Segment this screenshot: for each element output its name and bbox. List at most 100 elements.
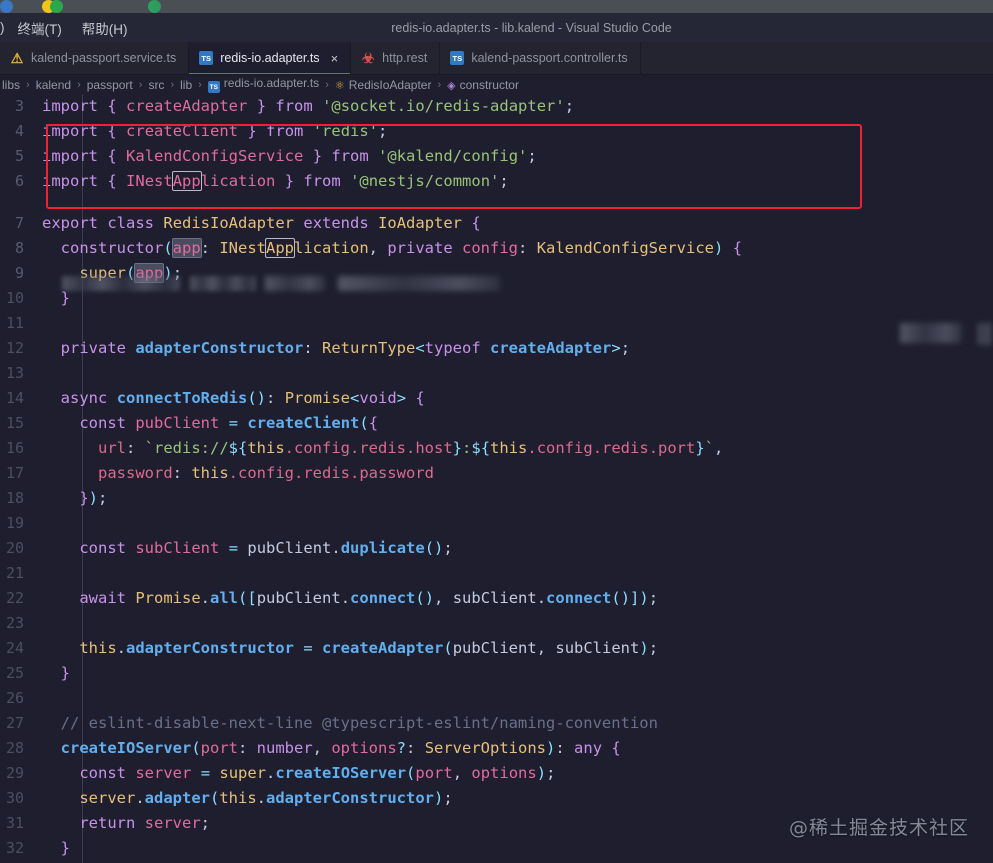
tab-kalend-passport-controller[interactable]: TS kalend-passport.controller.ts [440,42,641,74]
line-content: import { INestApplication } from '@nestj… [42,171,509,191]
typescript-icon: TS [450,51,465,65]
line-content: }); [79,489,108,507]
code-line: 18 }); [0,486,993,511]
censored-overlay-codelens-a [62,276,180,291]
line-number: 7 [14,214,24,232]
typescript-icon: TS [199,51,214,65]
tab-http-rest[interactable]: ☣ http.rest [351,42,441,74]
censored-overlay-codelens-c [265,276,325,291]
censored-overlay-codelens-b [190,276,256,291]
menu-item-terminal[interactable]: 终端(T) [8,15,72,41]
code-line-censored [0,194,993,211]
code-line: 25 } [0,661,993,686]
line-content: } [60,289,71,307]
line-number: 9 [14,264,24,282]
line-number: 28 [5,739,24,757]
code-line: 19 [0,511,993,536]
breadcrumb: libs › kalend › passport › src › lib › T… [0,75,993,94]
line-content: password: this.config.redis.password [98,464,434,482]
code-line: 29 const server = super.createIOServer(p… [0,761,993,786]
menu-bar: ) 终端(T) 帮助(H) [0,15,138,41]
line-number: 23 [5,614,24,632]
code-line: 21 [0,561,993,586]
code-line: 26 [0,686,993,711]
watermark: @稀土掘金技术社区 [788,817,969,839]
tab-redis-io-adapter[interactable]: TS redis-io.adapter.ts × [189,42,352,74]
method-symbol-icon: ◈ [447,79,456,92]
breadcrumb-separator: › [138,78,143,91]
breadcrumb-item-kalend[interactable]: kalend [34,78,73,92]
breadcrumb-item-file[interactable]: TS redis-io.adapter.ts [206,76,321,94]
class-symbol-icon: ⚛ [334,79,345,92]
line-number: 29 [5,764,24,782]
line-number: 8 [14,239,24,257]
line-number: 13 [5,364,24,382]
line-number: 22 [5,589,24,607]
breadcrumb-class-label: RedisIoAdapter [348,77,432,92]
breadcrumb-item-src[interactable]: src [146,78,166,92]
line-content: import { createAdapter } from '@socket.i… [42,97,575,115]
tab-label: http.rest [382,51,428,65]
code-line: 11 [0,311,993,336]
censored-overlay-minimap-edge [978,323,992,345]
line-content: export class RedisIoAdapter extends IoAd… [42,214,481,232]
menu-item-help[interactable]: 帮助(H) [72,15,138,41]
code-line: 20 const subClient = pubClient.duplicate… [0,536,993,561]
window-title: redis-io.adapter.ts - lib.kalend - Visua… [391,20,672,35]
code-line: 8 constructor(app: INestApplication, pri… [0,236,993,261]
line-number: 12 [5,339,24,357]
line-number: 14 [5,389,24,407]
line-number: 18 [5,489,24,507]
line-content: server.adapter(this.adapterConstructor); [79,789,453,807]
line-content: private adapterConstructor: ReturnType<t… [60,339,631,357]
line-number: 19 [5,514,24,532]
breadcrumb-item-passport[interactable]: passport [85,78,135,92]
code-line: 22 await Promise.all([pubClient.connect(… [0,586,993,611]
line-number: 16 [5,439,24,457]
code-line: 24 this.adapterConstructor = createAdapt… [0,636,993,661]
line-number: 24 [5,639,24,657]
code-line: 17 password: this.config.redis.password [0,461,993,486]
line-content: } [60,664,71,682]
code-line: 23 [0,611,993,636]
breadcrumb-item-lib[interactable]: lib [178,78,194,92]
code-line: 4 import { createClient } from 'redis'; [0,119,993,144]
line-number: 4 [14,122,24,140]
breadcrumb-item-class[interactable]: ⚛ RedisIoAdapter [333,78,434,92]
tab-kalend-passport-service[interactable]: ⚠ kalend-passport.service.ts [0,42,190,74]
breadcrumb-separator: › [77,78,81,91]
line-content: constructor(app: INestApplication, priva… [60,238,743,258]
line-number: 25 [5,664,24,682]
line-number: 27 [5,714,24,732]
code-line: 28 createIOServer(port: number, options?… [0,736,993,761]
line-content: const server = super.createIOServer(port… [79,764,556,782]
code-line: 7 export class RedisIoAdapter extends Io… [0,211,993,236]
code-line: 13 [0,361,993,386]
code-line: 30 server.adapter(this.adapterConstructo… [0,786,993,811]
breadcrumb-separator: › [26,78,30,91]
line-number: 5 [14,147,24,165]
chrome-strip-fade [0,0,230,13]
breadcrumb-separator: › [437,78,442,91]
code-editor[interactable]: 3 import { createAdapter } from '@socket… [0,94,993,863]
code-line: 5 import { KalendConfigService } from '@… [0,144,993,169]
close-icon[interactable]: × [331,52,339,65]
line-content: super(app); [79,263,183,283]
line-content: // eslint-disable-next-line @typescript-… [60,714,658,732]
line-content: this.adapterConstructor = createAdapter(… [79,639,659,657]
code-line: 12 private adapterConstructor: ReturnTyp… [0,336,993,361]
breadcrumb-separator: › [325,78,329,91]
vscode-window: ) 终端(T) 帮助(H) redis-io.adapter.ts - lib.… [0,13,993,863]
line-content: async connectToRedis(): Promise<void> { [60,389,425,407]
code-line: 27 // eslint-disable-next-line @typescri… [0,711,993,736]
line-content: const subClient = pubClient.duplicate(); [79,539,453,557]
line-number: 15 [5,414,24,432]
code-line: 14 async connectToRedis(): Promise<void>… [0,386,993,411]
breadcrumb-item-constructor[interactable]: ◈ constructor [445,78,521,92]
code-line: 6 import { INestApplication } from '@nes… [0,169,993,194]
tab-label: kalend-passport.controller.ts [471,51,628,65]
line-content: url: `redis://${this.config.redis.host}:… [98,439,724,457]
breadcrumb-item-libs[interactable]: libs [0,78,22,92]
line-content: const pubClient = createClient({ [79,414,379,432]
code-line: 15 const pubClient = createClient({ [0,411,993,436]
